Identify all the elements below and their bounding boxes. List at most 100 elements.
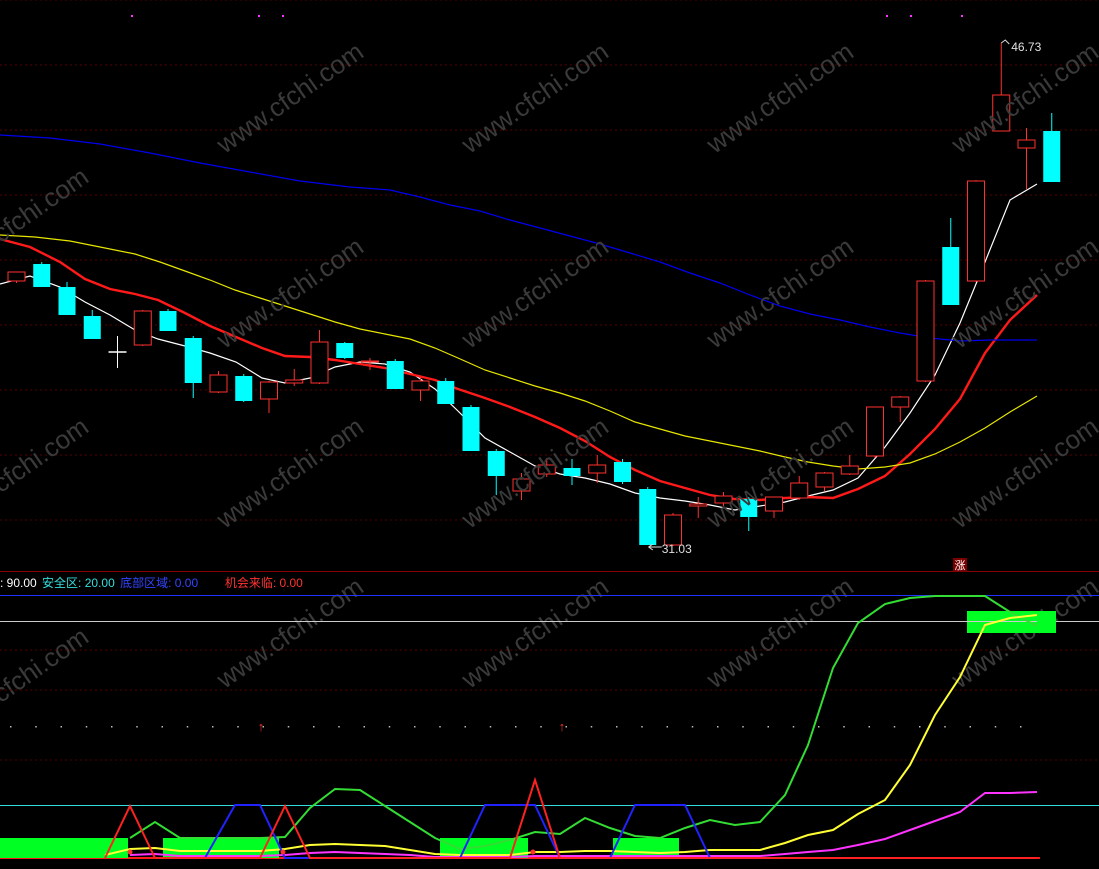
candle <box>916 280 935 382</box>
signal-block <box>0 838 128 858</box>
candle-body <box>891 396 910 408</box>
signal-dot <box>530 849 536 855</box>
legend-top-band: : 90.00 <box>0 576 37 590</box>
candle-body <box>840 465 859 475</box>
candle-body <box>260 381 278 400</box>
candle <box>639 487 657 545</box>
candle-body <box>942 247 960 305</box>
candle <box>7 271 26 283</box>
candle-body <box>537 464 556 475</box>
dot-marker <box>212 726 214 728</box>
indicator-line-3 <box>129 791 1038 858</box>
dot-marker <box>10 726 12 728</box>
dot-marker <box>691 726 694 728</box>
candle-body <box>83 316 101 339</box>
candle <box>537 458 556 477</box>
dot-marker <box>565 726 567 728</box>
top-marker <box>886 15 888 17</box>
candle-body <box>58 287 76 315</box>
candle <box>967 180 985 282</box>
top-marker <box>258 15 260 17</box>
candle <box>689 497 708 518</box>
legend-opportunity: 机会来临: 0.00 <box>224 576 303 590</box>
candle <box>33 262 51 287</box>
candle-body <box>1043 131 1061 182</box>
candle-body <box>33 264 51 287</box>
dot-marker <box>792 726 795 728</box>
chart-stage: 46.73 31.03 涨 : 90.00 安全区: 20.00 底部区域: 0.0… <box>0 0 1099 869</box>
candle <box>133 310 152 346</box>
candle <box>740 497 758 531</box>
dot-marker <box>237 726 239 728</box>
dot-marker <box>944 726 946 728</box>
dot-marker <box>313 726 315 728</box>
dot-marker <box>767 726 769 728</box>
dot-marker <box>161 726 163 728</box>
signal-dot <box>280 849 286 855</box>
candle <box>285 369 304 386</box>
candle-body <box>462 407 480 451</box>
candle-body <box>967 180 985 282</box>
dot-marker <box>641 726 643 728</box>
candle <box>714 492 733 506</box>
top-marker <box>131 15 133 17</box>
candle <box>614 459 631 484</box>
dot-marker <box>868 726 870 728</box>
candle <box>83 310 101 339</box>
candle-body <box>184 338 202 383</box>
dot-marker <box>969 726 971 728</box>
dot-marker <box>85 726 88 728</box>
dot-marker <box>540 726 542 728</box>
dot-marker <box>414 726 416 728</box>
candle-body <box>411 380 430 391</box>
indicator-legend: : 90.00 安全区: 20.00 底部区域: 0.00 机会来临: 0.00 <box>0 574 305 590</box>
dot-marker <box>60 726 62 728</box>
candle-body <box>815 472 834 488</box>
candle <box>588 455 607 483</box>
candle <box>1043 113 1061 182</box>
legend-safe-zone: 安全区: 20.00 <box>42 576 115 590</box>
candle <box>209 371 228 393</box>
candle <box>1017 128 1036 189</box>
indicator-line-5 <box>104 776 1037 859</box>
dot-marker <box>186 726 189 728</box>
candle <box>840 455 859 475</box>
dot-marker <box>666 726 668 728</box>
dot-marker <box>717 726 719 728</box>
candle-body <box>310 341 329 384</box>
candle <box>260 381 278 413</box>
candle-body <box>285 379 304 384</box>
ma-line-ma5 <box>0 183 1038 511</box>
candle-body <box>916 280 935 382</box>
candle-body <box>714 495 733 504</box>
candle <box>512 473 531 500</box>
signal-block <box>613 838 679 858</box>
candle <box>159 309 177 331</box>
ma-line-ma60 <box>0 134 1037 342</box>
dot-marker <box>994 726 997 728</box>
candle <box>487 449 505 495</box>
candle <box>235 374 253 402</box>
candle-body <box>740 499 758 517</box>
candle <box>386 359 404 389</box>
candle <box>992 43 1011 132</box>
signal-arrow: ↑ <box>559 719 566 734</box>
candle-body <box>1017 139 1036 149</box>
top-marker <box>961 15 963 17</box>
dot-marker <box>111 726 113 728</box>
candle <box>462 405 480 451</box>
candle <box>563 459 581 485</box>
candle <box>942 218 960 305</box>
candle-body <box>159 311 177 331</box>
signal-dot <box>127 849 133 855</box>
candle <box>411 377 430 401</box>
legend-bottom-zone: 底部区域: 0.00 <box>120 576 199 590</box>
ma-line-ma10 <box>0 237 1038 502</box>
dot-marker <box>338 726 340 728</box>
dot-marker <box>893 726 896 728</box>
dot-marker <box>843 726 845 728</box>
dot-marker <box>590 726 593 728</box>
candle-body <box>689 503 708 507</box>
candle-body <box>437 381 455 404</box>
candle <box>866 406 884 458</box>
